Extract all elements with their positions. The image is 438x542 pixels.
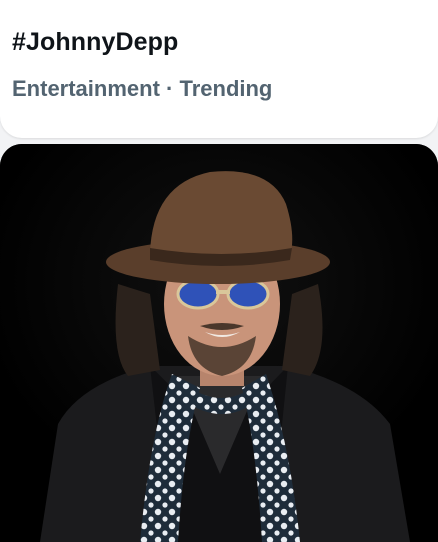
trend-card[interactable]: #JohnnyDepp Entertainment · Trending [0,0,438,138]
trend-hashtag[interactable]: #JohnnyDepp [12,28,178,57]
meta-separator: · [159,76,180,101]
person-photo-illustration [0,144,438,542]
trend-photo[interactable] [0,144,438,542]
trend-category: Entertainment [12,76,160,101]
trend-status: Trending [179,76,273,101]
trend-meta: Entertainment · Trending [12,76,272,102]
